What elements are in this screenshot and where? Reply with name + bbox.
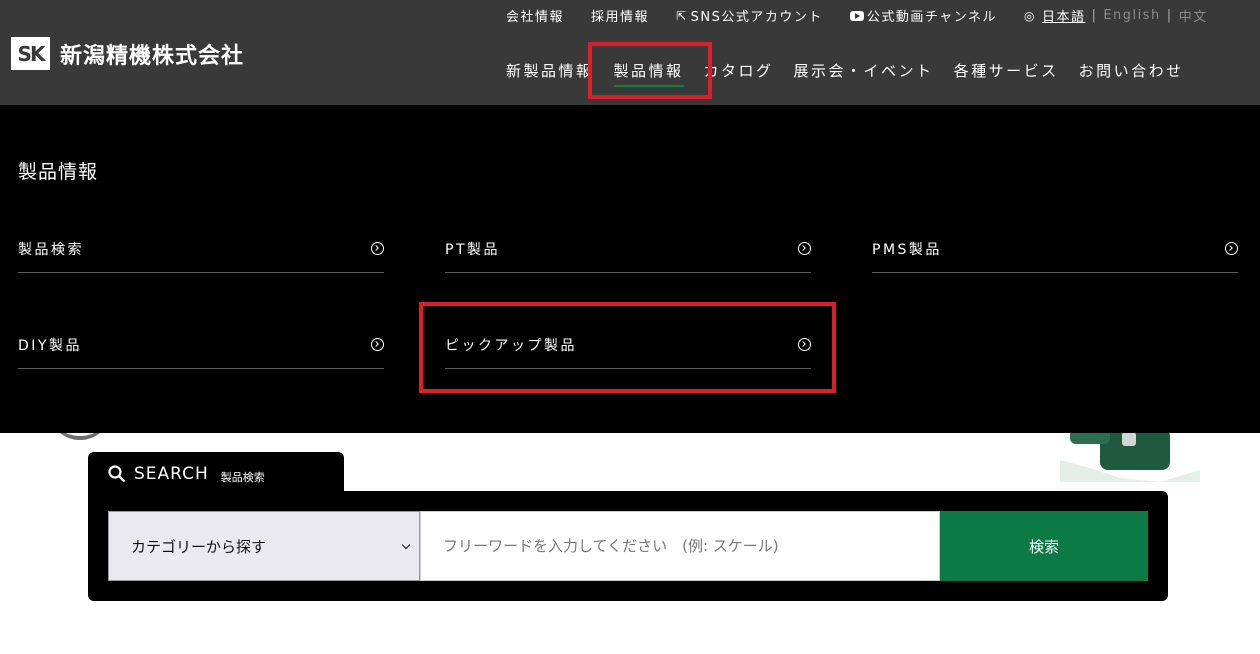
- nav-new-products[interactable]: 新製品情報: [506, 60, 594, 81]
- lang-ja[interactable]: 日本語: [1042, 6, 1086, 25]
- site-logo[interactable]: SK 新潟精機株式会社: [11, 37, 244, 70]
- nav-catalog[interactable]: カタログ: [704, 60, 774, 81]
- lang-en[interactable]: English: [1103, 8, 1160, 23]
- menu-item-pt-products[interactable]: PT製品: [445, 225, 811, 273]
- util-link-sns[interactable]: ⇱ SNS公式アカウント: [676, 6, 823, 26]
- menu-item-product-search[interactable]: 製品検索: [18, 225, 384, 273]
- util-link-company[interactable]: 会社情報: [506, 6, 564, 25]
- utility-nav: 会社情報 採用情報 ⇱ SNS公式アカウント 公式動画チャンネル ◎ 日本語 |…: [506, 6, 1208, 25]
- lang-divider: |: [1166, 8, 1173, 23]
- util-link-label: 採用情報: [591, 10, 650, 25]
- page: SK 新潟精機株式会社 会社情報 採用情報 ⇱ SNS公式アカウント 公式動画チ…: [0, 0, 1260, 654]
- highlight-box-nav: [588, 42, 712, 99]
- search-heading: SEARCH: [134, 464, 209, 484]
- search-button[interactable]: 検索: [940, 511, 1148, 581]
- menu-item-label: PT製品: [445, 241, 500, 258]
- highlight-box-pickup: [419, 302, 836, 393]
- youtube-icon: [849, 10, 864, 21]
- chevron-right-circle-icon: [798, 242, 811, 255]
- language-switcher: ◎ 日本語 | English | 中文: [1024, 6, 1208, 25]
- util-link-label: SNS公式アカウント: [690, 10, 823, 25]
- menu-item-diy-products[interactable]: DIY製品: [18, 321, 384, 369]
- util-link-video[interactable]: 公式動画チャンネル: [849, 6, 997, 25]
- util-link-label: 公式動画チャンネル: [866, 10, 997, 25]
- util-link-recruit[interactable]: 採用情報: [591, 6, 649, 25]
- company-name: 新潟精機株式会社: [60, 43, 245, 69]
- mega-menu-title: 製品情報: [18, 161, 99, 183]
- nav-contact[interactable]: お問い合わせ: [1079, 60, 1184, 81]
- chevron-right-circle-icon: [371, 242, 384, 255]
- search-icon: [108, 465, 126, 483]
- nav-services[interactable]: 各種サービス: [954, 60, 1059, 81]
- lang-zh[interactable]: 中文: [1179, 6, 1208, 25]
- chevron-down-icon: [401, 540, 411, 550]
- share-icon: ⇱: [676, 8, 688, 23]
- menu-item-pms-products[interactable]: PMS製品: [872, 225, 1238, 273]
- globe-icon: ◎: [1023, 8, 1036, 23]
- keyword-input[interactable]: [420, 511, 940, 581]
- logo-mark: SK: [11, 37, 50, 70]
- nav-events[interactable]: 展示会・イベント: [794, 60, 934, 81]
- util-link-label: 会社情報: [506, 10, 565, 25]
- lang-divider: |: [1091, 8, 1098, 23]
- chevron-right-circle-icon: [1225, 242, 1238, 255]
- category-select[interactable]: カテゴリーから探す: [108, 511, 420, 581]
- chevron-right-circle-icon: [371, 338, 384, 351]
- category-select-value: カテゴリーから探す: [131, 537, 267, 556]
- menu-item-label: DIY製品: [18, 337, 82, 354]
- search-subheading: 製品検索: [220, 470, 265, 484]
- search-tab: SEARCH 製品検索: [88, 452, 344, 496]
- menu-item-label: PMS製品: [872, 241, 942, 258]
- menu-item-label: 製品検索: [18, 241, 84, 258]
